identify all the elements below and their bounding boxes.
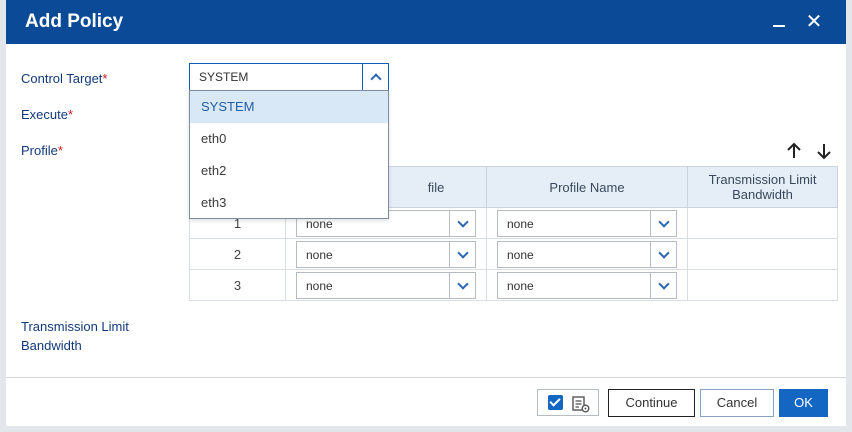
bandwidth-cell[interactable] xyxy=(687,207,838,239)
cancel-button[interactable]: Cancel xyxy=(700,389,774,417)
bandwidth-cell[interactable] xyxy=(687,238,838,270)
profile-name-cell: none xyxy=(486,269,688,301)
profile-name-select[interactable]: none xyxy=(497,210,677,237)
chevron-down-icon[interactable] xyxy=(449,211,475,236)
bandwidth-label: Transmission Limit Bandwidth xyxy=(21,319,129,353)
arrow-up-icon[interactable] xyxy=(784,140,804,162)
dropdown-option-system[interactable]: SYSTEM xyxy=(190,91,388,123)
table-row: 2 none none xyxy=(189,238,838,270)
close-icon[interactable]: ✕ xyxy=(803,10,825,34)
control-target-value: SYSTEM xyxy=(199,70,249,84)
footer-icon-group xyxy=(537,389,599,416)
bandwidth-cell[interactable] xyxy=(687,269,838,301)
dropdown-option-eth0[interactable]: eth0 xyxy=(190,123,388,155)
control-target-select[interactable]: SYSTEM xyxy=(189,63,389,91)
profile-select[interactable]: none xyxy=(296,241,476,268)
minimize-icon[interactable] xyxy=(768,10,790,34)
add-policy-dialog: Add Policy ✕ Control Target* Execute* Pr… xyxy=(0,0,852,432)
chevron-up-icon[interactable] xyxy=(362,64,388,90)
profile-name-cell: none xyxy=(486,207,688,239)
column-header-bandwidth: Transmission Limit Bandwidth xyxy=(687,166,838,208)
chevron-down-icon[interactable] xyxy=(650,211,676,236)
execute-label: Execute* xyxy=(21,107,74,122)
chevron-down-icon[interactable] xyxy=(650,273,676,298)
row-number: 3 xyxy=(189,269,286,301)
checkbox-icon[interactable] xyxy=(548,395,563,410)
profile-name-cell: none xyxy=(486,238,688,270)
list-settings-icon[interactable] xyxy=(571,394,591,414)
chevron-down-icon[interactable] xyxy=(449,273,475,298)
chevron-down-icon[interactable] xyxy=(449,242,475,267)
ok-button[interactable]: OK xyxy=(779,389,828,417)
profile-name-select[interactable]: none xyxy=(497,272,677,299)
profile-name-select[interactable]: none xyxy=(497,241,677,268)
table-row: 3 none none xyxy=(189,269,838,301)
control-target-dropdown: SYSTEM eth0 eth2 eth3 xyxy=(189,90,389,219)
profile-cell: none xyxy=(285,269,487,301)
dropdown-option-eth3[interactable]: eth3 xyxy=(190,187,388,219)
row-number: 2 xyxy=(189,238,286,270)
profile-cell: none xyxy=(285,238,487,270)
continue-button[interactable]: Continue xyxy=(608,389,695,417)
chevron-down-icon[interactable] xyxy=(650,242,676,267)
column-header-profile-name: Profile Name xyxy=(486,166,688,208)
dialog-title: Add Policy xyxy=(25,11,124,32)
arrow-down-icon[interactable] xyxy=(814,140,834,162)
profile-label: Profile* xyxy=(21,143,63,158)
dropdown-option-eth2[interactable]: eth2 xyxy=(190,155,388,187)
profile-select[interactable]: none xyxy=(296,272,476,299)
dialog-titlebar: Add Policy ✕ xyxy=(6,0,846,44)
control-target-label: Control Target* xyxy=(21,71,108,86)
